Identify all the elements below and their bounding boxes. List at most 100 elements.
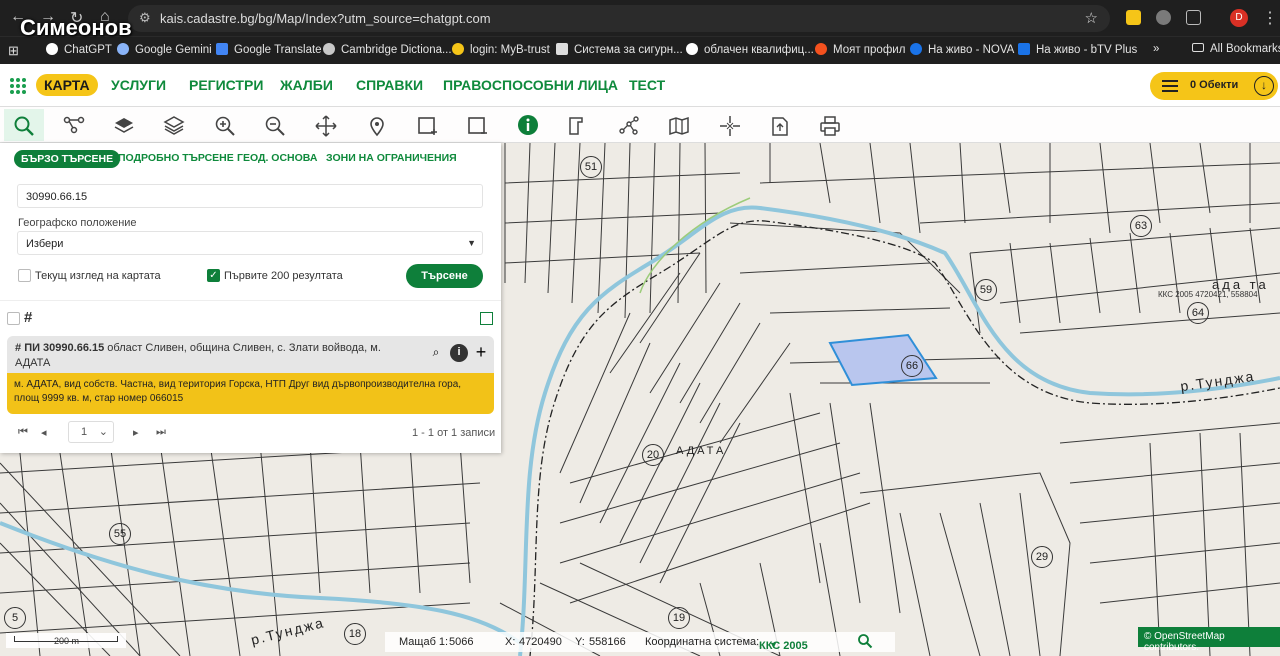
select-all-checkbox[interactable] — [7, 312, 20, 325]
favicon-icon — [452, 43, 464, 55]
measure-path-tool[interactable] — [609, 109, 649, 141]
extension-icon[interactable] — [1156, 10, 1171, 25]
page-select[interactable]: 1 ⌄ — [68, 421, 114, 443]
apps-grid-icon[interactable]: ⊞ — [8, 43, 19, 59]
x-value: 4720490 — [519, 636, 562, 648]
site-info-icon[interactable]: ⚙ — [139, 10, 151, 26]
tab-quick-search[interactable]: БЪРЗО ТЪРСЕНЕ — [14, 150, 121, 168]
geo-position-select[interactable]: Избери ▼ — [17, 231, 483, 255]
y-label: Y: — [575, 636, 585, 648]
favicon-icon — [1018, 43, 1030, 55]
extension-icon[interactable] — [1126, 10, 1141, 25]
bookmark-item[interactable]: login: MyB-trust — [452, 43, 550, 56]
search-input[interactable]: 30990.66.15 — [17, 184, 483, 208]
profile-avatar[interactable]: D — [1230, 9, 1248, 27]
apps-menu-icon[interactable] — [10, 78, 26, 94]
parcel-number: 19 — [668, 607, 690, 629]
bookmark-star-icon[interactable]: ☆ — [1085, 9, 1098, 27]
add-icon[interactable]: + — [472, 343, 490, 362]
current-view-label: Текущ изглед на картата — [35, 270, 161, 282]
crs-value: ККС 2005 — [759, 640, 808, 652]
measure-angle-tool[interactable] — [558, 109, 598, 141]
tab-geodetic-base[interactable]: ГЕОД. ОСНОВА — [237, 152, 317, 164]
browser-menu-icon[interactable]: ⋮ — [1262, 8, 1278, 28]
menu-pravosposobni-litsa[interactable]: ПРАВОСПОСОБНИ ЛИЦА — [443, 77, 618, 93]
favicon-icon — [686, 43, 698, 55]
first-200-checkbox[interactable]: ✓ — [207, 269, 220, 282]
rectangle-select-icon — [418, 117, 437, 135]
geo-position-label: Географско положение — [18, 217, 137, 229]
info-icon[interactable]: i — [450, 344, 468, 362]
current-view-checkbox[interactable] — [18, 269, 31, 282]
result-title: # ПИ 30990.66.15 област Сливен, община С… — [15, 341, 405, 371]
bookmark-label: Система за сигурн... — [574, 44, 683, 56]
bookmark-item[interactable]: Google Translate — [216, 43, 322, 56]
bookmark-label: ChatGPT — [64, 44, 112, 56]
pan-tool[interactable] — [306, 109, 346, 141]
browser-toolbar: ← → ↻ ⌂ ⚙ kais.cadastre.bg/bg/Map/Index?… — [0, 0, 1280, 36]
zoom-to-icon[interactable]: ⌕ — [427, 344, 445, 362]
bookmark-label: Cambridge Dictiona... — [341, 44, 452, 56]
hash-grid-icon: # — [24, 309, 33, 326]
location-tool[interactable] — [357, 109, 397, 141]
export-tool[interactable] — [760, 109, 800, 141]
bookmark-item[interactable]: Cambridge Dictiona... — [323, 43, 452, 56]
prev-page-icon[interactable]: ◂ — [41, 426, 47, 439]
favicon-icon — [556, 43, 568, 55]
menu-registri[interactable]: РЕГИСТРИ — [189, 77, 263, 93]
zoom-in-tool[interactable] — [205, 109, 245, 141]
angle-icon — [569, 117, 583, 135]
map-pin-icon — [370, 117, 384, 137]
objects-button[interactable]: 0 Обекти ↓ — [1150, 72, 1278, 100]
print-tool[interactable] — [810, 109, 850, 141]
first-200-label: Първите 200 резултата — [224, 270, 343, 282]
bookmark-item[interactable]: На живо - bTV Plus — [1018, 43, 1137, 56]
next-page-icon[interactable]: ▸ — [133, 426, 139, 439]
crs-label: Координатна система: — [645, 636, 760, 648]
chevron-down-icon: ⌄ — [98, 426, 108, 438]
menu-karta[interactable]: КАРТА — [36, 74, 98, 96]
menu-uslugi[interactable]: УСЛУГИ — [111, 77, 166, 93]
printer-icon — [820, 116, 840, 136]
menu-test[interactable]: ТЕСТ — [629, 77, 665, 93]
search-tool[interactable] — [4, 109, 44, 141]
layers-stack-tool[interactable] — [154, 109, 194, 141]
favicon-icon — [46, 43, 58, 55]
deselect-area-tool[interactable] — [457, 109, 497, 141]
bookmark-item[interactable]: Система за сигурн... — [556, 43, 683, 56]
expand-icon[interactable] — [480, 312, 493, 325]
last-page-icon[interactable]: ⏭ — [156, 426, 166, 439]
result-card[interactable]: # ПИ 30990.66.15 област Сливен, община С… — [7, 336, 494, 414]
osm-attribution[interactable]: © OpenStreetMap contributors. — [1138, 627, 1280, 653]
bookmark-item[interactable]: Google Gemini — [117, 43, 212, 56]
watermark-text: Симеонов — [20, 15, 132, 40]
tab-detailed-search[interactable]: ПОДРОБНО ТЪРСЕНЕ — [118, 152, 234, 164]
crs-search-button[interactable] — [857, 633, 873, 652]
layers-tool[interactable] — [104, 109, 144, 141]
select-area-tool[interactable] — [407, 109, 447, 141]
route-tool[interactable] — [54, 109, 94, 141]
map-view-tool[interactable] — [659, 109, 699, 141]
parcel-number: 64 — [1187, 302, 1209, 324]
zoom-out-tool[interactable] — [255, 109, 295, 141]
bookmark-item[interactable]: ChatGPT — [46, 43, 112, 56]
first-page-icon[interactable]: ⏮ — [18, 426, 28, 439]
parcel-number: 59 — [975, 279, 997, 301]
address-bar[interactable]: ⚙ kais.cadastre.bg/bg/Map/Index?utm_sour… — [128, 5, 1110, 32]
bookmark-item[interactable]: облачен квалифиц... — [686, 43, 814, 56]
info-tool[interactable] — [508, 109, 548, 141]
scale-value: 5066 — [449, 636, 474, 648]
records-summary: 1 - 1 от 1 записи — [412, 427, 496, 439]
bookmark-label: login: MyB-trust — [470, 44, 550, 56]
bookmark-item[interactable]: На живо - NOVA — [910, 43, 1014, 56]
bookmark-item[interactable]: Моят профил — [815, 43, 905, 56]
address-url[interactable]: kais.cadastre.bg/bg/Map/Index?utm_source… — [160, 11, 491, 26]
extensions-puzzle-icon[interactable] — [1186, 10, 1201, 25]
tab-restriction-zones[interactable]: ЗОНИ НА ОГРАНИЧЕНИЯ — [326, 152, 457, 164]
all-bookmarks-button[interactable]: All Bookmarks — [1192, 43, 1280, 55]
menu-zhalbi[interactable]: ЖАЛБИ — [280, 77, 333, 93]
coordinates-tool[interactable] — [710, 109, 750, 141]
search-button[interactable]: Търсене — [406, 264, 483, 288]
more-bookmarks-button[interactable]: » — [1153, 43, 1159, 55]
menu-spravki[interactable]: СПРАВКИ — [356, 77, 423, 93]
